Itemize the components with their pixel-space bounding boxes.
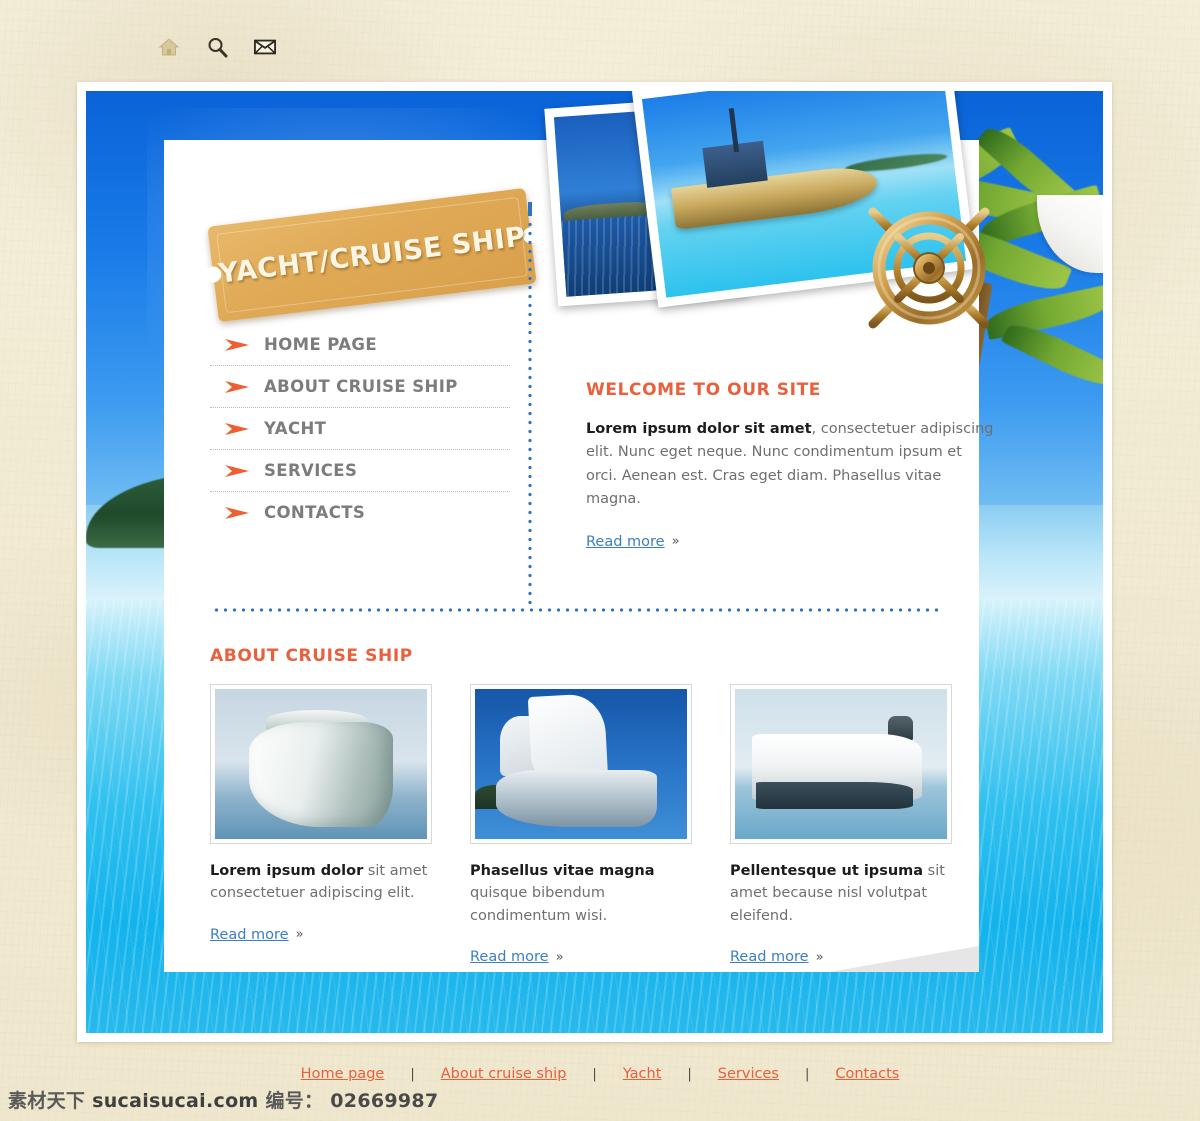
arrow-bullet-icon — [225, 464, 249, 477]
nav-label: HOME PAGE — [264, 335, 378, 354]
mail-icon[interactable] — [254, 36, 276, 58]
about-column-lead: Lorem ipsum dolor — [210, 863, 364, 879]
nav-item-home-page[interactable]: HOME PAGE — [210, 324, 510, 366]
welcome-read-more-link[interactable]: Read more » — [586, 534, 680, 550]
cruise-liner-photo[interactable] — [730, 684, 952, 844]
nav-item-contacts[interactable]: CONTACTS — [210, 492, 510, 533]
ship-wheel-icon — [844, 183, 1014, 353]
nav-label: YACHT — [264, 419, 327, 438]
watermark: 素材天下 sucaisucai.com 编号： 02669987 — [8, 1086, 438, 1113]
read-more-arrow-icon: » — [555, 949, 564, 965]
about-column-text: Pellentesque ut ipsuma sit amet because … — [730, 860, 952, 927]
nav-item-services[interactable]: SERVICES — [210, 450, 510, 492]
welcome-lead: Lorem ipsum dolor sit amet — [586, 421, 812, 437]
about-column-text: Phasellus vitae magna quisque bibendum c… — [470, 860, 692, 927]
main-navigation: HOME PAGE ABOUT CRUISE SHIP YACHT SERVIC… — [210, 324, 510, 533]
nav-label: ABOUT CRUISE SHIP — [264, 377, 458, 396]
footer-link-about-cruise-ship[interactable]: About cruise ship — [415, 1066, 593, 1082]
welcome-section: WELCOME TO OUR SITE Lorem ipsum dolor si… — [586, 380, 996, 550]
read-more-label: Read more — [470, 949, 549, 966]
nav-label: SERVICES — [264, 461, 358, 480]
nav-item-yacht[interactable]: YACHT — [210, 408, 510, 450]
about-column: Lorem ipsum dolor sit amet consectetuer … — [210, 684, 432, 965]
about-read-more-link[interactable]: Read more » — [470, 949, 564, 965]
about-read-more-link[interactable]: Read more » — [210, 927, 304, 943]
about-column: Pellentesque ut ipsuma sit amet because … — [730, 684, 952, 965]
home-icon[interactable] — [158, 36, 180, 58]
top-toolbar — [158, 36, 276, 58]
arrow-bullet-icon — [225, 380, 249, 393]
read-more-arrow-icon: » — [295, 927, 304, 943]
read-more-label: Read more — [730, 949, 809, 966]
read-more-arrow-icon: » — [815, 949, 824, 965]
about-column: Phasellus vitae magna quisque bibendum c… — [470, 684, 692, 965]
read-more-arrow-icon: » — [671, 534, 680, 550]
footer-link-yacht[interactable]: Yacht — [597, 1066, 688, 1082]
nav-label: CONTACTS — [264, 503, 366, 522]
arrow-bullet-icon — [225, 338, 249, 351]
nav-item-about-cruise-ship[interactable]: ABOUT CRUISE SHIP — [210, 366, 510, 408]
vertical-dotted-divider — [528, 220, 532, 610]
about-section: ABOUT CRUISE SHIP Lorem ipsum dolor sit … — [210, 646, 952, 965]
read-more-label: Read more — [210, 926, 289, 943]
about-column-body: quisque bibendum condimentum wisi. — [470, 885, 608, 924]
footer-link-contacts[interactable]: Contacts — [809, 1066, 925, 1082]
watermark-id-label: 编号： — [265, 1090, 324, 1112]
content-card: YACHT/CRUISE SHIP HOME PAGE ABOUT CRUISE… — [164, 91, 1014, 972]
about-read-more-link[interactable]: Read more » — [730, 949, 824, 965]
horizontal-dotted-divider — [212, 608, 942, 612]
footer-link-home-page[interactable]: Home page — [275, 1066, 411, 1082]
bg-scribble — [460, 60, 464, 74]
about-column-lead: Phasellus vitae magna — [470, 863, 655, 879]
tropical-background-photo: YACHT/CRUISE SHIP HOME PAGE ABOUT CRUISE… — [86, 91, 1103, 1033]
watermark-id-value: 02669987 — [330, 1090, 439, 1112]
watermark-domain: sucaisucai.com — [92, 1090, 259, 1112]
watermark-site-cn: 素材天下 — [8, 1090, 86, 1112]
read-more-label: Read more — [586, 533, 665, 550]
cruise-ship-bow-photo[interactable] — [210, 684, 432, 844]
page-frame: YACHT/CRUISE SHIP HOME PAGE ABOUT CRUISE… — [77, 82, 1112, 1042]
search-icon[interactable] — [206, 36, 228, 58]
welcome-title: WELCOME TO OUR SITE — [586, 380, 821, 400]
footer-link-services[interactable]: Services — [692, 1066, 805, 1082]
footer-navigation: Home page | About cruise ship | Yacht | … — [0, 1066, 1200, 1082]
about-title: ABOUT CRUISE SHIP — [210, 646, 413, 666]
arrow-bullet-icon — [225, 506, 249, 519]
arrow-bullet-icon — [225, 422, 249, 435]
about-column-text: Lorem ipsum dolor sit amet consectetuer … — [210, 860, 432, 905]
sailing-ship-photo[interactable] — [470, 684, 692, 844]
about-column-lead: Pellentesque ut ipsuma — [730, 863, 924, 879]
welcome-body: Lorem ipsum dolor sit amet, consectetuer… — [586, 418, 996, 512]
about-columns: Lorem ipsum dolor sit amet consectetuer … — [210, 684, 952, 965]
bg-scribble — [340, 48, 345, 63]
divider-tick — [528, 202, 532, 216]
